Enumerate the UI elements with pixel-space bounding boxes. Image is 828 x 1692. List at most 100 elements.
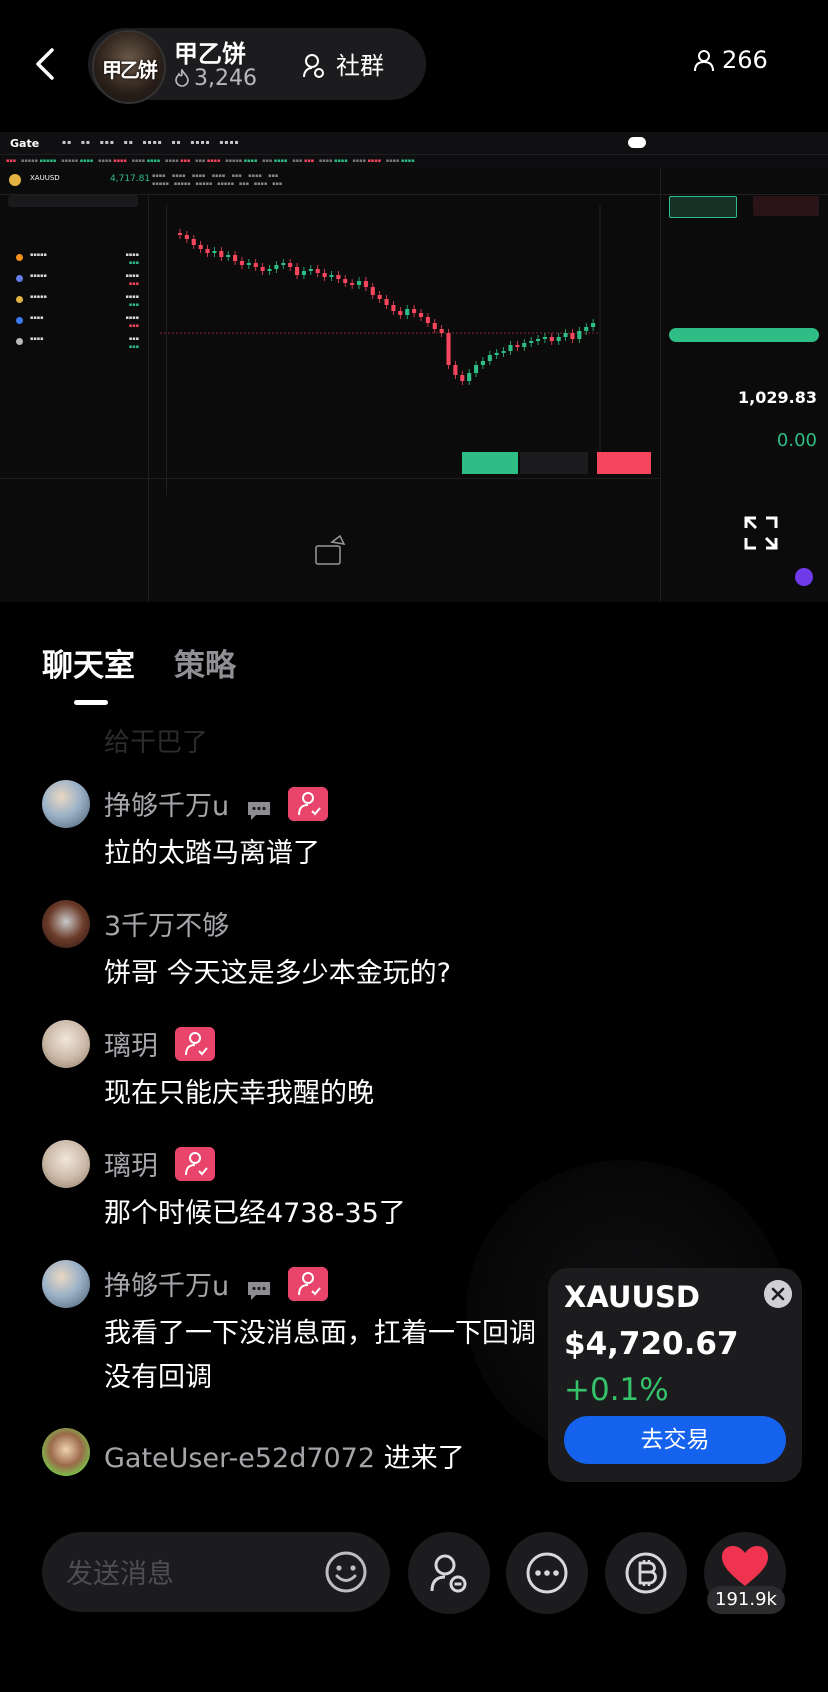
candle-body (281, 263, 286, 265)
empty-data-icon (315, 534, 346, 565)
candle-body (494, 353, 499, 355)
like-count: 191.9k (707, 1586, 785, 1614)
candle-body (542, 337, 547, 339)
back-arrow-icon[interactable] (26, 44, 66, 84)
candle-body (398, 311, 403, 315)
user-card-button[interactable] (408, 1532, 490, 1614)
candle-body (260, 267, 265, 271)
candle-body (480, 361, 486, 365)
community-button[interactable]: 社群 (302, 46, 384, 81)
close-icon[interactable] (764, 1280, 792, 1308)
screen-panel-buy (669, 196, 737, 218)
join-text: GateUser-e52d7072 进来了 (104, 1436, 465, 1475)
candle-body (315, 269, 320, 273)
username-text: 璃玥 (104, 1151, 158, 1182)
join-username[interactable]: GateUser-e52d7072 (104, 1443, 375, 1474)
host-likes-count: 3,246 (194, 66, 257, 91)
card-change: +0.1% (564, 1372, 669, 1408)
candle-body (384, 299, 389, 305)
screen-search (8, 195, 138, 207)
candle-body (336, 275, 341, 279)
bitcoin-button[interactable] (605, 1532, 687, 1614)
candle-body (522, 343, 527, 347)
trade-button[interactable]: 去交易 (564, 1416, 786, 1464)
message-username[interactable]: 3千万不够 (104, 904, 229, 943)
candle-body (350, 283, 355, 285)
candle-body (446, 333, 451, 365)
candle-body (370, 287, 375, 295)
candle-body (198, 245, 203, 249)
price-card: XAUUSD $4,720.67 +0.1% 去交易 (548, 1268, 802, 1482)
candle-body (363, 281, 368, 287)
host-likes: 3,246 (174, 66, 257, 91)
message-username[interactable]: 璃玥 (104, 1024, 215, 1063)
market-row: ▪▪▪▪▪ ▪▪▪▪ ▪▪▪ (8, 293, 143, 311)
candle-body (294, 267, 300, 275)
emoji-icon[interactable] (324, 1550, 368, 1594)
candle-body (267, 269, 272, 271)
market-row: ▪▪▪▪ ▪▪▪▪ ▪▪▪ (8, 314, 143, 332)
fan-badge-icon (174, 1147, 215, 1181)
shared-trading-screen[interactable]: Gate ▪▪ ▪▪ ▪▪▪ ▪▪ ▪▪▪▪ ▪▪ ▪▪▪▪ ▪▪▪▪ ▪▪▪ … (0, 132, 828, 602)
candle-body (253, 263, 258, 267)
candle-body (474, 365, 479, 373)
message-text: 拉的太踏马离谱了 (104, 838, 320, 869)
card-price: $4,720.67 (564, 1326, 739, 1362)
screen-qty-box (520, 452, 588, 474)
screen-stats: ▪▪▪▪ ▪▪▪▪ ▪▪▪▪ ▪▪▪▪ ▪▪▪ ▪▪▪▪ ▪▪▪ ▪▪▪▪▪ ▪▪… (152, 173, 283, 187)
host-avatar-logo: 甲乙饼 (102, 58, 158, 82)
fan-badge-icon (288, 787, 329, 821)
message-text: 现在只能庆幸我醒的晚 (104, 1078, 374, 1109)
more-button[interactable] (506, 1532, 588, 1614)
fullscreen-icon[interactable] (744, 516, 778, 550)
user-avatar[interactable] (42, 780, 90, 828)
more-dots-icon (526, 1552, 568, 1594)
candle-body (219, 251, 224, 257)
heart-icon (722, 1546, 768, 1586)
user-avatar[interactable] (42, 1020, 90, 1068)
candle-body (556, 337, 561, 341)
chat-bubble-icon (247, 1282, 270, 1300)
username-text: 挣够千万u (104, 791, 230, 822)
screen-buy-button (462, 452, 518, 474)
candle-body (549, 337, 554, 341)
candle-body (191, 239, 196, 245)
candle-body (212, 251, 217, 253)
message-username[interactable]: 挣够千万u (104, 784, 329, 823)
user-avatar[interactable] (42, 1428, 90, 1476)
viewer-count[interactable]: 266 (694, 46, 768, 74)
message-username[interactable]: 挣够千万u (104, 1264, 329, 1303)
candle-body (432, 323, 437, 329)
join-action: 进来了 (383, 1443, 465, 1474)
user-minus-icon (430, 1554, 467, 1593)
tab-strategy[interactable]: 策略 (174, 640, 236, 685)
screen-order-bar (462, 452, 660, 474)
candle-body (487, 355, 492, 361)
candle-body (205, 249, 210, 253)
username-text: 挣够千万u (104, 1271, 230, 1302)
candle-body (501, 351, 506, 353)
candle-body (418, 313, 424, 317)
candle-body (308, 269, 313, 271)
message-input[interactable]: 发送消息 (42, 1532, 390, 1612)
candle-body (508, 345, 513, 351)
host-avatar[interactable]: 甲乙饼 (92, 30, 166, 104)
host-info-pill[interactable]: 甲乙饼 甲乙饼 3,246 社群 (88, 28, 426, 104)
candle-body (226, 255, 231, 257)
screen-symbol-price: 4,717.81 (110, 174, 151, 184)
user-avatar[interactable] (42, 1140, 90, 1188)
user-avatar[interactable] (42, 900, 90, 948)
market-row: ▪▪▪▪▪ ▪▪▪▪ ▪▪▪ (8, 251, 143, 269)
screen-sell-button (597, 452, 651, 474)
message-text: 饼哥 今天这是多少本金玩的? (104, 958, 451, 989)
message-username[interactable]: 璃玥 (104, 1144, 215, 1183)
candle-body (529, 341, 534, 343)
user-avatar[interactable] (42, 1260, 90, 1308)
candle-body (356, 281, 362, 285)
person-icon (694, 50, 714, 72)
candle-body (288, 263, 293, 267)
tab-chatroom[interactable]: 聊天室 (42, 640, 135, 685)
message-input-placeholder: 发送消息 (66, 1559, 174, 1590)
candle-body (439, 329, 444, 333)
screen-pnl: 0.00 (776, 430, 817, 451)
